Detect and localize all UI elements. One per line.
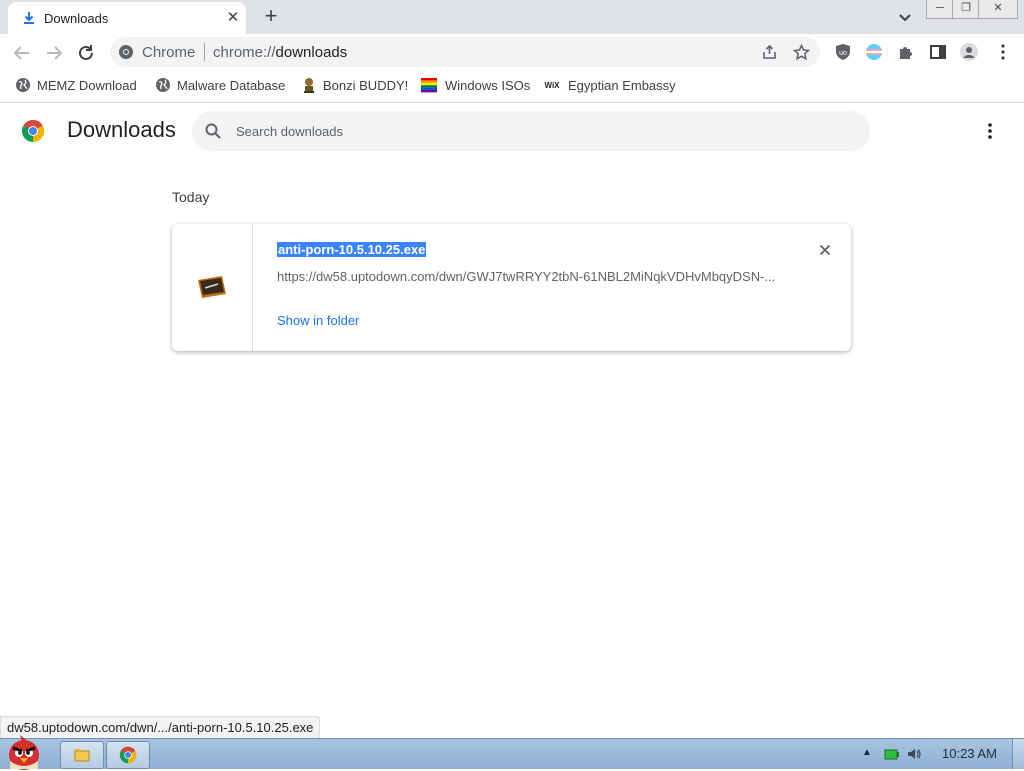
taskbar-chrome-button[interactable] [106,741,150,769]
extensions-puzzle-icon[interactable] [897,43,915,61]
search-icon [205,123,221,139]
download-icon [24,12,34,24]
bookmark-label: MEMZ Download [37,78,137,93]
globe-icon [156,78,170,92]
bookmark-label: Egyptian Embassy [568,78,676,93]
remove-download-icon[interactable] [817,242,833,258]
extension-flag-icon[interactable] [865,43,883,61]
bookmark-label: Bonzi BUDDY! [323,78,409,93]
url-path: downloads [275,44,348,61]
chrome-site-icon [119,45,133,59]
bookmark-star-icon[interactable] [793,44,810,61]
chrome-logo-icon [22,120,44,142]
bookmark-label: Windows ISOs [445,78,531,93]
tab-strip: Downloads ✕ + ─ ❐ ✕ [0,0,1024,34]
globe-icon [16,78,30,92]
start-button-angry-bird-icon[interactable] [0,731,50,771]
tab-downloads[interactable]: Downloads ✕ [8,2,246,34]
chrome-menu-icon[interactable] [994,43,1012,61]
search-box[interactable] [192,111,870,151]
taskbar-explorer-button[interactable] [60,741,104,769]
folder-icon [74,749,90,762]
more-actions-icon[interactable] [980,121,1000,141]
url-scheme: chrome:// [213,44,276,61]
bonzi-icon [304,78,314,93]
download-item-card: anti-porn-10.5.10.25.exe https://dw58.up… [172,224,851,351]
show-desktop-button[interactable] [1012,739,1024,769]
share-icon[interactable] [761,44,778,61]
bookmark-label: Malware Database [177,78,286,93]
tab-close-icon[interactable]: ✕ [224,9,242,27]
page-title: Downloads [67,117,176,142]
battery-icon[interactable] [884,746,900,762]
volume-icon[interactable] [906,746,922,762]
side-panel-icon[interactable] [929,43,947,61]
wix-icon: WiX [544,81,560,90]
site-chip: Chrome [142,44,196,61]
new-tab-button[interactable]: + [260,5,282,28]
omnibox-separator [204,43,205,61]
tab-title: Downloads [44,11,109,26]
rainbow-flag-icon [421,78,437,93]
close-window-button[interactable]: ✕ [978,0,1018,19]
downloads-header: Downloads [0,103,1024,159]
download-source-url[interactable]: https://dw58.uptodown.com/dwn/GWJ7twRRYY… [277,269,777,284]
ublock-icon[interactable]: uo [834,43,852,61]
toolbar: Chrome chrome://downloads uo [0,34,1024,70]
show-hidden-icons-arrow[interactable]: ▲ [862,747,872,758]
back-icon[interactable] [11,42,33,64]
chrome-taskbar-icon [119,746,137,764]
show-in-folder-link[interactable]: Show in folder [277,313,359,328]
download-filename-link[interactable]: anti-porn-10.5.10.25.exe [277,242,427,257]
minimize-button[interactable]: ─ [926,0,954,19]
forward-icon[interactable] [43,42,65,64]
taskbar: ▲ 10:23 AM [0,735,1024,770]
profile-avatar-icon[interactable] [960,43,978,61]
svg-text:uo: uo [839,50,847,57]
tab-search-chevron-icon[interactable] [896,8,914,26]
taskbar-clock[interactable]: 10:23 AM [942,746,997,761]
bookmarks-bar: MEMZ Download Malware Database Bonzi BUD… [0,70,1024,103]
date-heading: Today [172,189,210,205]
exe-file-icon [198,276,226,298]
search-input[interactable] [236,120,836,142]
maximize-button[interactable]: ❐ [952,0,980,19]
address-bar[interactable]: Chrome chrome://downloads [110,37,820,67]
url-text: chrome://downloads [213,44,347,61]
file-icon-column [172,224,253,351]
reload-icon[interactable] [75,42,97,64]
svg-text:WiX: WiX [544,81,560,90]
